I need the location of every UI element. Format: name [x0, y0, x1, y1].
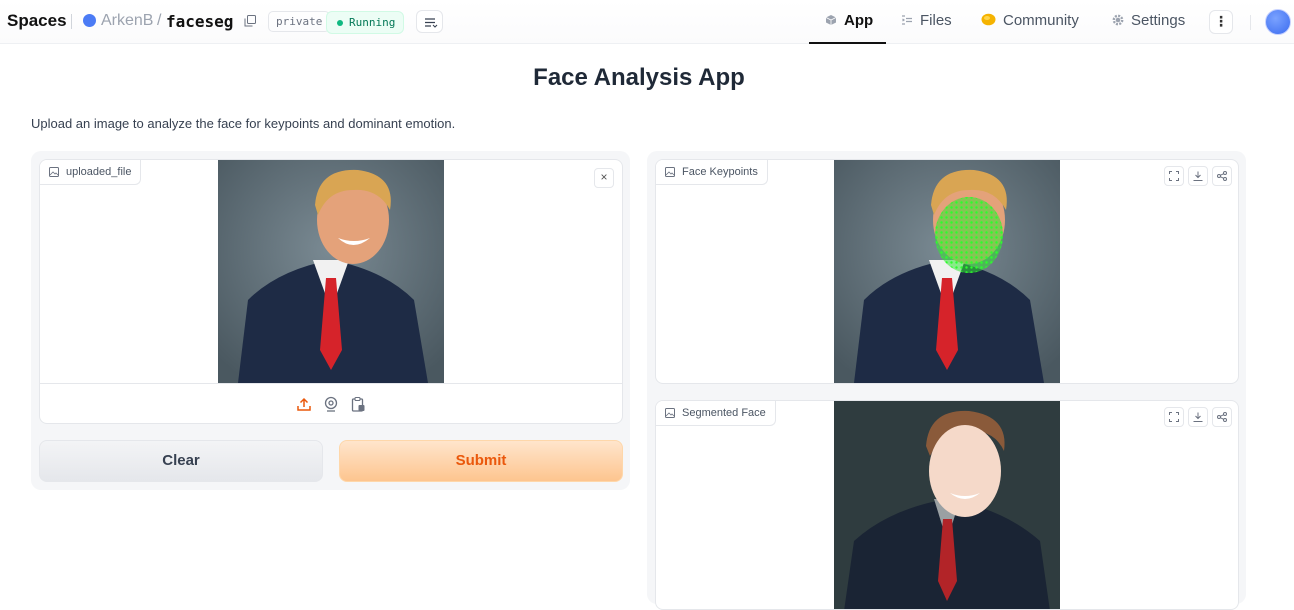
page-description: Upload an image to analyze the face for … — [31, 116, 456, 131]
source-selector — [40, 383, 622, 423]
status-text: Running — [349, 16, 396, 29]
fullscreen-icon — [1169, 171, 1179, 181]
status-badge[interactable]: Running — [326, 11, 405, 34]
portrait-segmented-image — [834, 401, 1060, 609]
tab-community[interactable]: Community — [981, 12, 1079, 32]
portrait-image — [218, 160, 444, 383]
share-icon — [1217, 171, 1227, 181]
copy-icon[interactable] — [244, 15, 256, 27]
input-label-text: uploaded_file — [66, 166, 132, 178]
image-icon — [665, 167, 675, 177]
path-separator: / — [157, 12, 162, 29]
input-label: uploaded_file — [40, 160, 142, 185]
status-dot-icon — [337, 20, 343, 26]
segmented-output: Segmented Face — [655, 400, 1239, 610]
share-button[interactable] — [1212, 166, 1232, 186]
fullscreen-button[interactable] — [1164, 407, 1184, 427]
keypoints-output: Face Keypoints — [655, 159, 1239, 384]
image-upload[interactable]: uploaded_file × — [39, 159, 623, 424]
clear-button[interactable]: Clear — [39, 440, 323, 482]
fullscreen-button[interactable] — [1164, 166, 1184, 186]
user-avatar[interactable] — [1265, 9, 1291, 35]
owner-avatar[interactable] — [83, 14, 96, 27]
segmented-label-text: Segmented Face — [682, 407, 766, 419]
logs-button[interactable] — [416, 10, 443, 33]
image-icon — [49, 167, 59, 177]
keypoints-label-text: Face Keypoints — [682, 166, 758, 178]
portrait-keypoints-image — [834, 160, 1060, 383]
list-icon — [425, 18, 438, 28]
gear-icon — [1112, 14, 1124, 26]
community-icon — [981, 13, 996, 26]
active-tab-indicator — [809, 42, 886, 44]
tab-settings[interactable]: Settings — [1112, 12, 1185, 32]
upload-icon[interactable] — [296, 396, 312, 412]
divider — [71, 14, 72, 29]
divider — [1250, 15, 1251, 30]
tab-settings-label: Settings — [1131, 12, 1186, 29]
segmented-image — [834, 401, 1060, 609]
download-button[interactable] — [1188, 407, 1208, 427]
keypoints-image — [834, 160, 1060, 383]
remove-image-button[interactable]: × — [594, 168, 614, 188]
more-options-button[interactable]: ⋮ — [1209, 10, 1233, 34]
share-icon — [1217, 412, 1227, 422]
tab-files[interactable]: Files — [901, 12, 952, 32]
visibility-badge: private — [268, 11, 331, 32]
tab-app-label: App — [844, 12, 874, 29]
webcam-icon[interactable] — [323, 396, 339, 412]
image-icon — [665, 408, 675, 418]
clipboard-icon[interactable] — [350, 396, 366, 412]
keypoints-label: Face Keypoints — [656, 160, 768, 185]
download-icon — [1193, 412, 1203, 422]
submit-button[interactable]: Submit — [339, 440, 623, 482]
repo-name[interactable]: faceseg — [166, 12, 233, 31]
page-title: Face Analysis App — [533, 64, 745, 91]
owner-link[interactable]: ArkenB — [101, 12, 153, 30]
cube-icon — [825, 15, 837, 25]
files-icon — [902, 15, 912, 25]
tab-files-label: Files — [920, 12, 952, 29]
segmented-label: Segmented Face — [656, 401, 776, 426]
download-button[interactable] — [1188, 166, 1208, 186]
share-button[interactable] — [1212, 407, 1232, 427]
spaces-logo[interactable]: Spaces — [7, 11, 67, 31]
tab-community-label: Community — [1003, 12, 1079, 29]
uploaded-image — [218, 160, 444, 383]
top-bar: Spaces ArkenB / faceseg private Running … — [0, 0, 1294, 44]
fullscreen-icon — [1169, 412, 1179, 422]
download-icon — [1193, 171, 1203, 181]
tab-app[interactable]: App — [825, 12, 873, 32]
